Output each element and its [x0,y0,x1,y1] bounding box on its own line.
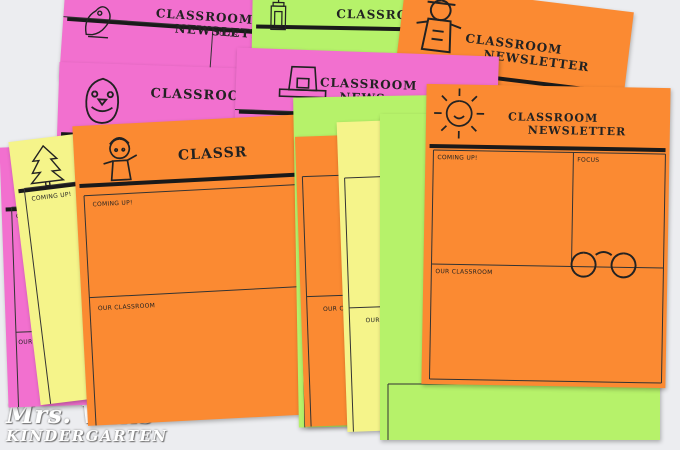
brand-subtitle: KINDERGARTEN [6,427,168,445]
newsletter-title: CLASSROOM [319,75,418,93]
section-label: FOCUS [215,30,238,39]
box-line [11,207,20,408]
tree-icon [30,144,66,187]
newsletter-title: CLASSR [177,144,248,164]
section-label: COMING UP! [437,154,478,162]
box-line [429,378,662,384]
box-line [83,195,97,426]
newsletter-title: NEWSLETTER [527,123,627,139]
box-line [431,263,664,269]
section-label: OUR C [322,305,345,314]
section-label: FOCUS [577,156,600,164]
penguin-icon [85,77,120,124]
scarecrow-icon [416,0,462,54]
section-label: OUR CLASSROOM [435,268,493,277]
kid-icon [103,137,138,182]
newsletter-photo: CLASSROOM NEWSLETTER FOCUS CLASSROOM CLASSRO… [0,0,680,450]
sun-icon [434,88,485,139]
box-line [301,176,312,427]
box-line [344,177,354,432]
box-line [660,154,666,384]
box-line [570,152,574,267]
newsletter-title: CLASSROOM [507,110,599,125]
glasses-icon [570,251,637,279]
newsletter-sheet-orange-sun: CLASSROOM NEWSLETTER COMING UP! FOCUS OUR CL… [421,83,671,389]
